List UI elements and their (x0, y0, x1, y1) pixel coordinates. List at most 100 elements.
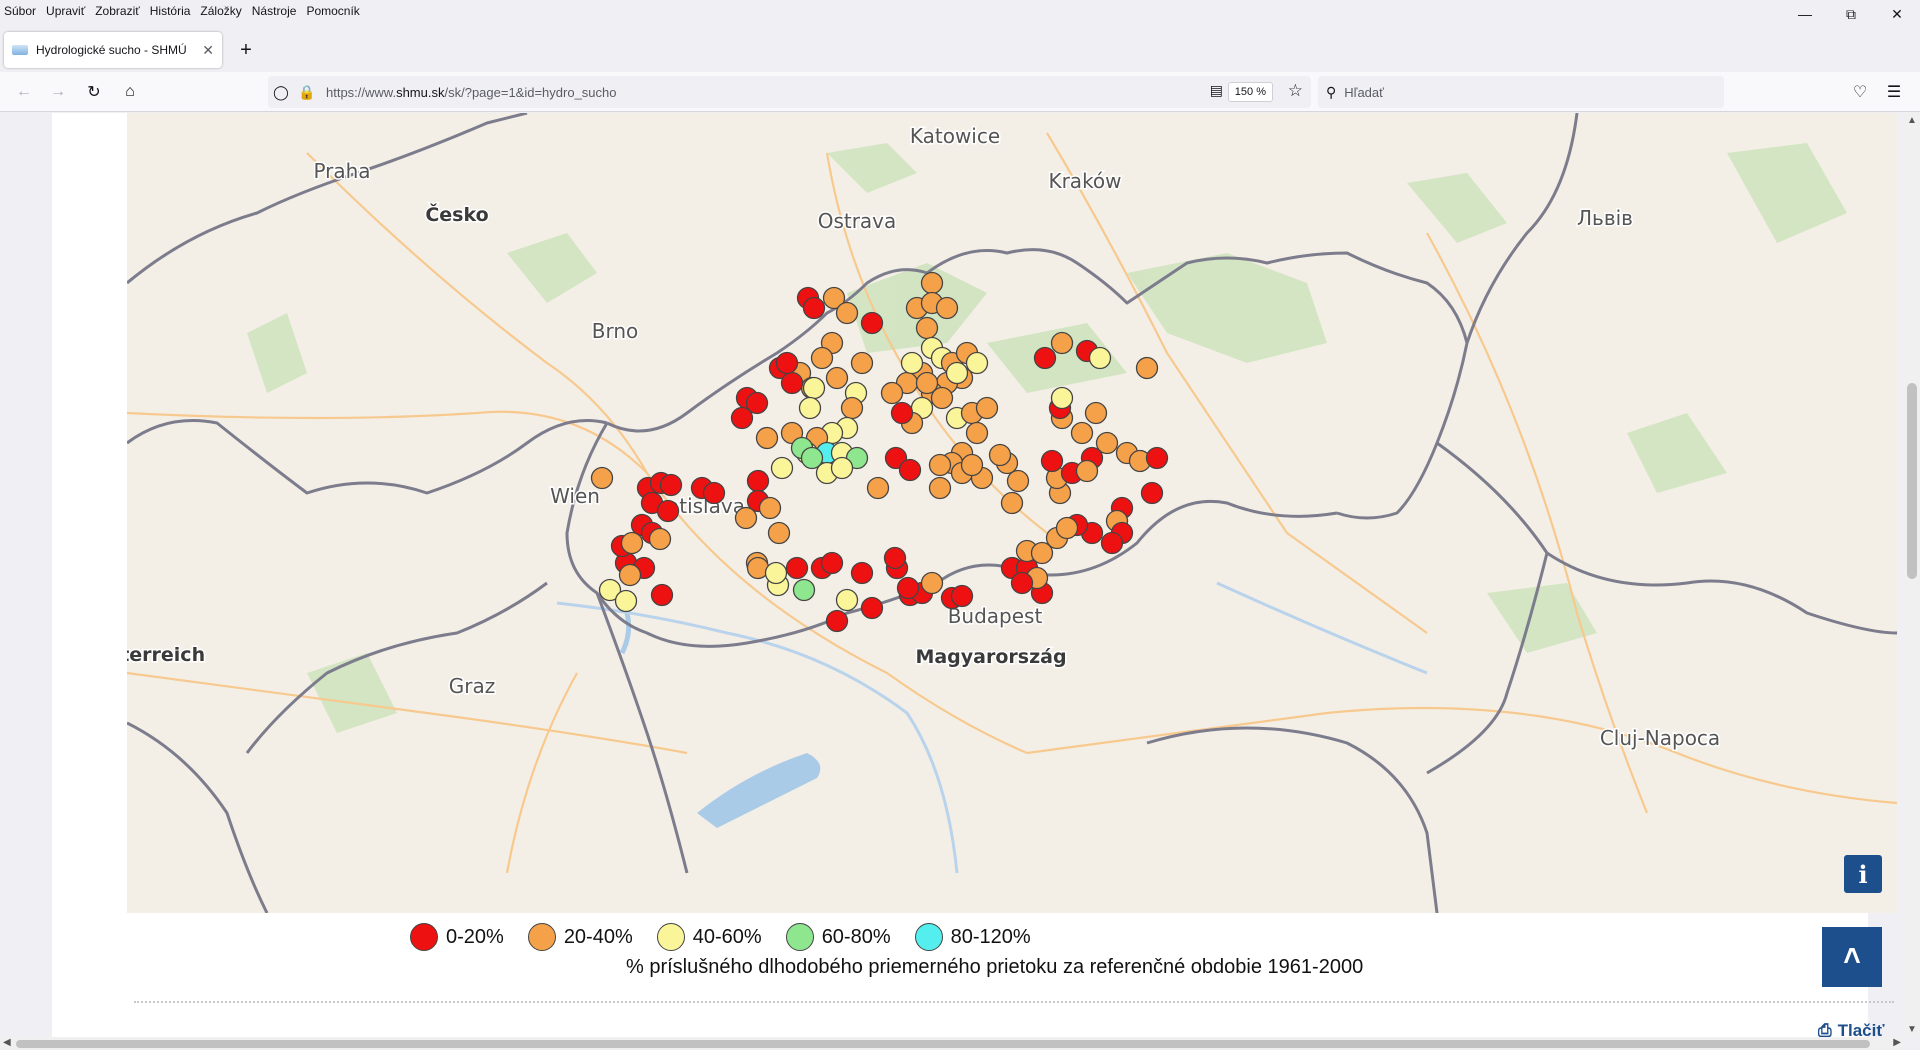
station-marker-orange[interactable] (1050, 331, 1074, 355)
tab-hydro-sucho[interactable]: Hydrologické sucho - SHMÚ ✕ (4, 32, 222, 68)
station-marker-yellow[interactable] (802, 376, 826, 400)
station-marker-orange[interactable] (1075, 459, 1099, 483)
zoom-level[interactable]: 150 % (1227, 82, 1273, 102)
station-marker-red[interactable] (1010, 571, 1034, 595)
station-marker-orange[interactable] (920, 571, 944, 595)
horizontal-scroll-thumb[interactable] (16, 1040, 1870, 1048)
vertical-scroll-thumb[interactable] (1907, 383, 1917, 579)
station-marker-orange[interactable] (767, 521, 791, 545)
station-marker-orange[interactable] (928, 453, 952, 477)
station-marker-yellow[interactable] (1088, 346, 1112, 370)
station-marker-red[interactable] (1033, 346, 1057, 370)
station-marker-red[interactable] (656, 499, 680, 523)
station-marker-orange[interactable] (930, 386, 954, 410)
station-marker-red[interactable] (746, 469, 770, 493)
station-marker-red[interactable] (785, 556, 809, 580)
station-marker-orange[interactable] (928, 476, 952, 500)
station-marker-orange[interactable] (1135, 356, 1159, 380)
menu-history[interactable]: História (150, 4, 191, 18)
station-marker-orange[interactable] (618, 563, 642, 587)
station-marker-orange[interactable] (1055, 516, 1079, 540)
station-marker-red[interactable] (860, 311, 884, 335)
menu-edit[interactable]: Upraviť (46, 4, 85, 18)
menu-bookmarks[interactable]: Záložky (200, 4, 241, 18)
station-marker-yellow[interactable] (945, 361, 969, 385)
shield-icon[interactable]: ◯ (268, 84, 294, 101)
station-marker-red[interactable] (650, 583, 674, 607)
station-marker-orange[interactable] (1006, 469, 1030, 493)
station-marker-orange[interactable] (620, 531, 644, 555)
tab-close-icon[interactable]: ✕ (202, 42, 214, 59)
forward-icon[interactable]: → (44, 78, 72, 106)
url-bar[interactable]: ◯ 🔒 https://www.shmu.sk/sk/?page=1&id=hy… (268, 76, 1311, 108)
back-icon[interactable]: ← (10, 78, 38, 106)
minimize-icon[interactable]: — (1782, 0, 1828, 28)
horizontal-scrollbar[interactable]: ◀ ▶ (0, 1037, 1904, 1050)
new-tab-icon[interactable]: + (232, 36, 260, 64)
station-marker-red[interactable] (950, 584, 974, 608)
station-marker-yellow[interactable] (798, 396, 822, 420)
station-marker-red[interactable] (860, 596, 884, 620)
menu-view[interactable]: Zobraziť (95, 4, 140, 18)
station-marker-yellow[interactable] (764, 561, 788, 585)
station-marker-orange[interactable] (866, 476, 890, 500)
station-marker-orange[interactable] (920, 271, 944, 295)
station-marker-red[interactable] (883, 546, 907, 570)
station-marker-red[interactable] (1100, 531, 1124, 555)
station-marker-yellow[interactable] (835, 588, 859, 612)
station-marker-yellow[interactable] (830, 456, 854, 480)
restore-icon[interactable]: ⧉ (1828, 0, 1874, 28)
lock-icon[interactable]: 🔒 (294, 84, 320, 101)
scroll-left-icon[interactable]: ◀ (3, 1037, 11, 1048)
station-marker-orange[interactable] (850, 351, 874, 375)
station-marker-red[interactable] (659, 473, 683, 497)
station-marker-red[interactable] (702, 481, 726, 505)
bookmark-star-icon[interactable]: ☆ (1288, 81, 1303, 101)
reader-view-icon[interactable]: ▤ (1210, 82, 1223, 99)
station-marker-orange[interactable] (1095, 431, 1119, 455)
station-marker-orange[interactable] (965, 421, 989, 445)
station-marker-orange[interactable] (835, 301, 859, 325)
station-marker-red[interactable] (890, 401, 914, 425)
drought-map[interactable]: Katowice Kraków Praha Česko Ostrava Львів Brno… (127, 113, 1897, 913)
station-marker-orange[interactable] (1000, 491, 1024, 515)
station-marker-orange[interactable] (755, 426, 779, 450)
station-marker-orange[interactable] (590, 466, 614, 490)
station-marker-orange[interactable] (758, 496, 782, 520)
station-marker-red[interactable] (802, 296, 826, 320)
station-marker-red[interactable] (780, 371, 804, 395)
station-marker-red[interactable] (896, 576, 920, 600)
station-marker-green[interactable] (792, 578, 816, 602)
station-marker-red[interactable] (898, 458, 922, 482)
station-marker-red[interactable] (825, 609, 849, 633)
menu-help[interactable]: Pomocník (306, 4, 359, 18)
station-marker-orange[interactable] (1084, 401, 1108, 425)
station-marker-red[interactable] (820, 551, 844, 575)
station-marker-orange[interactable] (648, 527, 672, 551)
station-marker-orange[interactable] (810, 346, 834, 370)
pocket-icon[interactable]: ♡ (1846, 78, 1874, 106)
station-marker-orange[interactable] (975, 396, 999, 420)
station-marker-yellow[interactable] (1050, 386, 1074, 410)
home-icon[interactable]: ⌂ (116, 78, 144, 106)
station-marker-orange[interactable] (935, 296, 959, 320)
station-marker-orange[interactable] (734, 506, 758, 530)
close-window-icon[interactable]: ✕ (1874, 0, 1920, 28)
station-marker-orange[interactable] (1070, 421, 1094, 445)
menu-file[interactable]: Súbor (4, 4, 36, 18)
station-marker-red[interactable] (775, 351, 799, 375)
station-marker-red[interactable] (730, 406, 754, 430)
scroll-right-icon[interactable]: ▶ (1893, 1037, 1901, 1048)
station-marker-orange[interactable] (915, 316, 939, 340)
station-marker-orange[interactable] (988, 443, 1012, 467)
map-canvas[interactable]: Katowice Kraków Praha Česko Ostrava Львів Brno… (127, 113, 1897, 913)
station-marker-yellow[interactable] (900, 351, 924, 375)
print-link[interactable]: ⎙ Tlačiť (1818, 1021, 1885, 1037)
station-marker-orange[interactable] (880, 381, 904, 405)
url-text[interactable]: https://www.shmu.sk/sk/?page=1&id=hydro_… (326, 85, 1311, 100)
map-info-button[interactable]: i (1844, 855, 1882, 893)
scroll-to-top-button[interactable]: ˄ (1822, 927, 1882, 987)
station-marker-yellow[interactable] (614, 589, 638, 613)
station-marker-red[interactable] (1140, 481, 1164, 505)
app-menu-icon[interactable]: ☰ (1880, 78, 1908, 106)
